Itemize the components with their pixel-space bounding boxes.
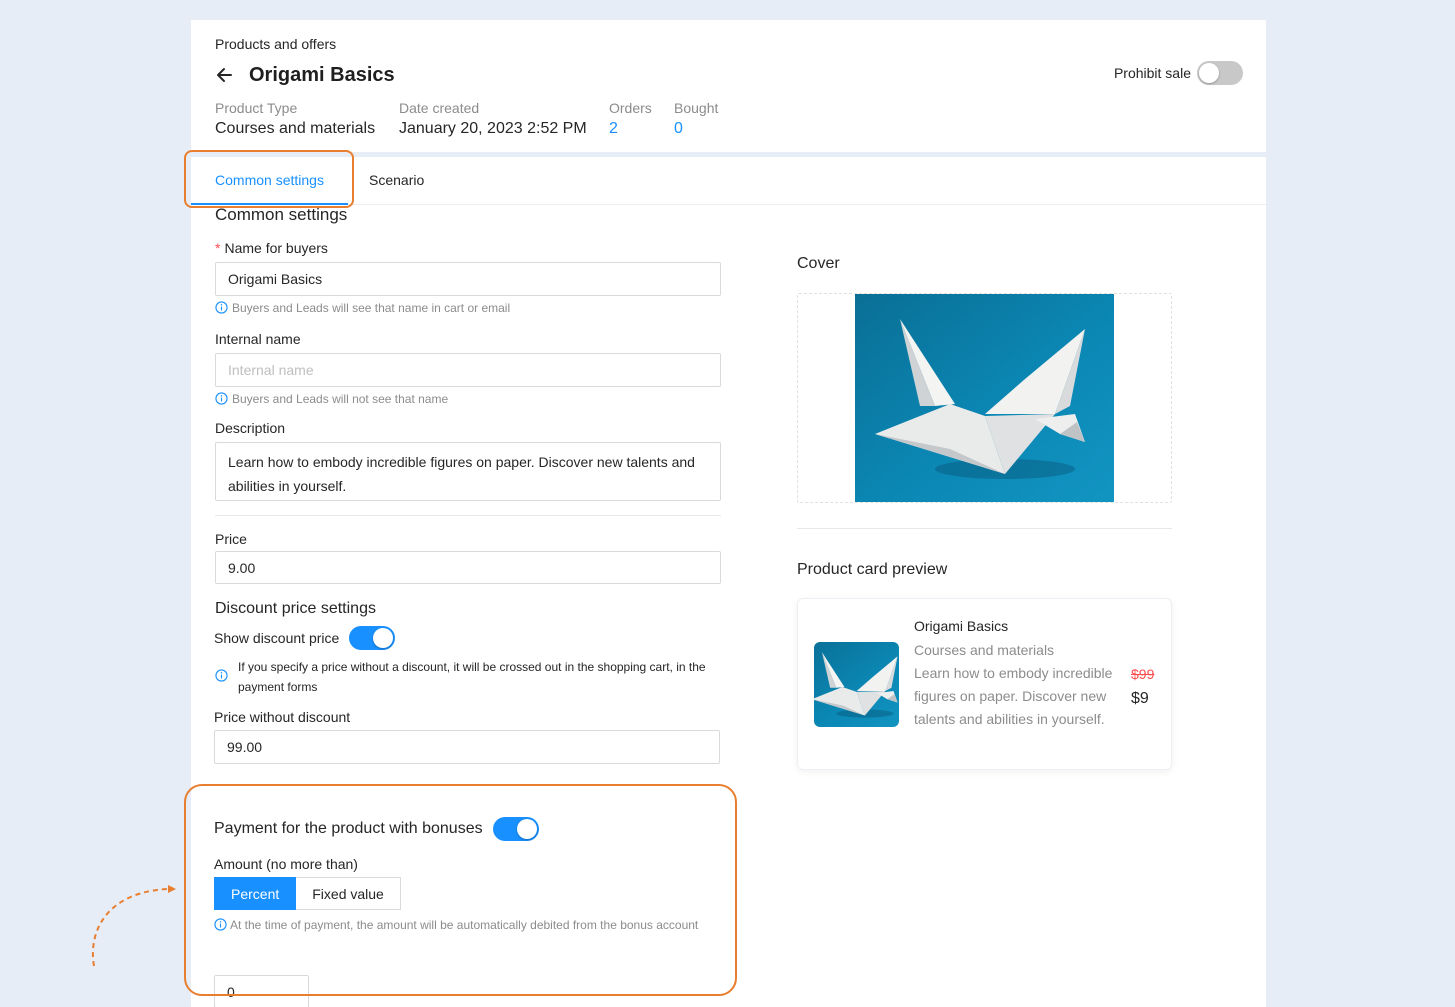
amount-input[interactable]: 0 [214,975,309,1007]
discount-section-title: Discount price settings [215,600,376,617]
name-for-buyers-input[interactable]: Origami Basics [215,262,721,296]
info-icon [214,918,227,931]
meta-orders: Orders 2 [609,100,652,138]
meta-value: Courses and materials [215,120,376,137]
meta-label: Orders [609,100,652,116]
meta-date-created: Date created January 20, 2023 2:52 PM [399,100,587,138]
product-panel: Products and offers Origami Basics Prohi… [184,20,1266,1007]
hint-text: Buyers and Leads will see that name in c… [232,301,511,315]
cover-upload-area[interactable] [797,293,1172,503]
amount-label: Amount (no more than) [214,856,358,872]
price-without-discount-label: Price without discount [214,709,351,725]
product-card-preview: Origami Basics Courses and materials Lea… [797,598,1172,770]
fixed-value-option[interactable]: Fixed value [296,877,401,910]
required-asterisk: * [215,240,221,256]
tab-label: Scenario [369,172,425,188]
internal-name-label: Internal name [215,331,301,347]
info-icon [215,392,228,405]
toggle-knob [373,628,394,648]
meta-product-type: Product Type Courses and materials [215,100,375,138]
meta-label: Date created [399,100,480,116]
show-discount-toggle[interactable] [349,626,396,650]
bonus-payment-row: Payment for the product with bonuses [214,817,539,841]
page-header: Products and offers Origami Basics Prohi… [191,20,1266,152]
orders-count-link[interactable]: 2 [609,120,652,138]
internal-name-input[interactable]: Internal name [215,353,721,387]
card-title: Origami Basics [914,618,1009,634]
cover-label: Cover [797,255,840,272]
price-without-discount-input[interactable]: 99.00 [214,730,720,764]
tab-common-settings[interactable]: Common settings [184,150,354,208]
amount-hint: At the time of payment, the amount will … [214,913,714,937]
description-label: Description [215,420,286,436]
discount-hint: If you specify a price without a discoun… [215,657,725,697]
meta-bought: Bought 0 [674,100,718,138]
section-title: Common settings [215,205,348,224]
name-for-buyers-label: * Name for buyers [215,240,328,256]
description-textarea[interactable]: Learn how to embody incredible figures o… [215,442,721,501]
info-icon [215,301,228,314]
label-text: Name for buyers [224,240,328,256]
tab-label: Common settings [215,172,324,188]
meta-label: Bought [674,100,719,116]
prohibit-sale-toggle[interactable] [1197,61,1243,85]
tab-scenario[interactable]: Scenario [369,157,424,204]
divider [797,528,1172,529]
page-title: Origami Basics [249,64,395,86]
tab-bar: Common settings Scenario [184,150,1266,208]
product-thumbnail [814,642,899,727]
meta-value: January 20, 2023 2:52 PM [399,120,587,137]
show-discount-row: Show discount price [214,626,396,650]
toggle-knob [516,819,537,839]
card-old-price: $99 [1131,666,1155,682]
prohibit-sale-control: Prohibit sale [1114,61,1243,85]
divider [215,515,721,516]
product-card-preview-label: Product card preview [797,561,948,578]
percent-option[interactable]: Percent [214,877,297,910]
card-new-price: $9 [1131,690,1149,707]
bonus-payment-label: Payment for the product with bonuses [214,820,483,837]
show-discount-label: Show discount price [214,630,340,646]
card-description: Learn how to embody incredible figures o… [914,665,1113,727]
toggle-knob [1199,63,1219,83]
back-arrow-icon[interactable] [213,64,235,86]
hint-text: Buyers and Leads will not see that name [232,392,449,406]
prohibit-sale-label: Prohibit sale [1113,65,1191,81]
price-input[interactable]: 9.00 [215,551,721,584]
internal-name-hint: Buyers and Leads will not see that name [215,389,448,409]
name-hint: Buyers and Leads will see that name in c… [215,298,510,318]
hint-text: If you specify a price without a discoun… [238,660,706,694]
annotation-arrow-icon [92,885,176,967]
bonus-payment-toggle[interactable] [492,817,539,841]
bought-count-link[interactable]: 0 [674,120,718,138]
amount-type-selector: Percent Fixed value [214,877,401,910]
info-icon [215,669,228,682]
card-type: Courses and materials [914,642,1055,658]
hint-text: At the time of payment, the amount will … [230,918,699,932]
price-label: Price [215,531,247,547]
breadcrumb[interactable]: Products and offers [215,36,336,52]
meta-label: Product Type [215,100,298,116]
cover-image [855,294,1114,502]
